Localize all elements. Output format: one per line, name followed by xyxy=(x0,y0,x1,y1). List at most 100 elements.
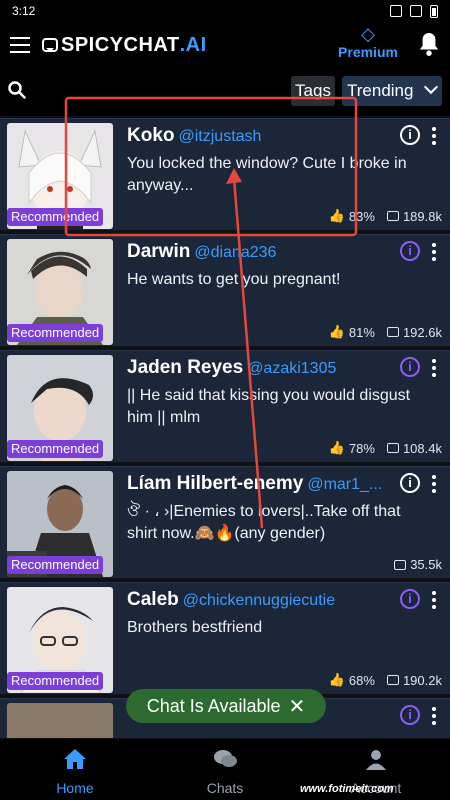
chats-stat: 190.2k xyxy=(386,672,442,688)
more-options-icon[interactable] xyxy=(432,475,436,493)
thumbs-icon: 👍 xyxy=(328,672,345,687)
sort-label: Trending xyxy=(347,81,414,100)
premium-label: Premium xyxy=(338,44,398,60)
recommended-badge: Recommended xyxy=(7,208,104,226)
chat-count-icon xyxy=(386,675,399,685)
app-logo[interactable]: SPICYCHAT .AI xyxy=(42,34,207,57)
more-options-icon[interactable] xyxy=(432,707,436,725)
recommended-badge: Recommended xyxy=(7,672,104,690)
more-options-icon[interactable] xyxy=(432,359,436,377)
chats-icon xyxy=(214,750,237,767)
card-stats: 👍 68% 190.2k xyxy=(329,672,442,688)
battery-icon xyxy=(430,4,438,18)
chat-available-toast[interactable]: Chat Is Available ✕ xyxy=(126,689,326,723)
info-icon[interactable]: i xyxy=(400,705,420,725)
more-options-icon[interactable] xyxy=(432,127,436,145)
character-name: Jaden Reyes xyxy=(127,357,244,378)
rating-stat: 👍 78% xyxy=(329,440,375,456)
nav-chats-label: Chats xyxy=(206,780,244,796)
chats-value: 35.5k xyxy=(410,557,442,572)
character-name: Caleb xyxy=(127,589,179,610)
chats-stat: 192.6k xyxy=(386,325,442,340)
info-icon[interactable]: i xyxy=(400,357,420,377)
search-icon[interactable] xyxy=(8,81,26,99)
character-name: Líam Hilbert-enemy xyxy=(127,473,304,494)
status-bar: 3:12 xyxy=(0,0,450,22)
character-list: Recommended Koko @itzjustash i You locked… xyxy=(0,118,450,738)
status-icons xyxy=(390,4,438,18)
status-time: 3:12 xyxy=(12,4,36,18)
nav-home-label: Home xyxy=(56,780,94,796)
card-stats: 👍 81% 192.6k xyxy=(329,324,442,340)
recommended-badge: Recommended xyxy=(7,324,104,342)
recommended-badge: Recommended xyxy=(7,440,104,458)
creator-handle[interactable]: @itzjustash xyxy=(179,128,262,145)
character-name-line: Líam Hilbert-enemy @mar1_... xyxy=(127,473,382,495)
rating-value: 81% xyxy=(348,324,375,340)
nav-home[interactable]: Home xyxy=(35,747,115,796)
info-icon[interactable]: i xyxy=(400,473,420,493)
thumbs-icon: 👍 xyxy=(328,324,345,339)
rating-stat: 👍 68% xyxy=(329,672,375,688)
creator-handle[interactable]: @diana236 xyxy=(194,244,276,261)
info-icon[interactable]: i xyxy=(400,125,420,145)
recommended-badge: Recommended xyxy=(7,556,104,574)
character-description: He wants to get you pregnant! xyxy=(127,271,341,288)
chats-value: 189.8k xyxy=(402,208,442,224)
character-card[interactable]: Recommended Líam Hilbert-enemy @mar1_... … xyxy=(0,466,450,578)
character-card[interactable]: Recommended Koko @itzjustash i You locked… xyxy=(0,118,450,230)
character-name-line: Jaden Reyes @azaki1305 xyxy=(127,357,336,379)
chat-count-icon xyxy=(386,443,399,453)
character-name-line: Caleb @chickennuggiecutie xyxy=(127,589,335,611)
menu-icon[interactable] xyxy=(10,37,30,53)
thumbs-icon: 👍 xyxy=(328,208,345,223)
rating-stat: 👍 83% xyxy=(329,208,375,224)
watermark-url: www.fotimeit.com xyxy=(300,783,394,795)
rating-value: 83% xyxy=(348,208,375,224)
chats-stat: 108.4k xyxy=(386,440,442,456)
premium-button[interactable]: ◇ Premium xyxy=(330,24,406,60)
creator-handle[interactable]: @azaki1305 xyxy=(247,360,336,377)
key-icon xyxy=(390,5,402,17)
chats-value: 108.4k xyxy=(402,440,442,456)
account-icon xyxy=(366,750,386,770)
card-stats: 👍 83% 189.8k xyxy=(329,208,442,224)
logo-text: SPICYCHAT xyxy=(61,33,180,56)
sort-select[interactable]: Trending xyxy=(342,76,442,106)
chevron-down-icon xyxy=(423,79,439,95)
home-icon xyxy=(64,749,86,769)
character-name-line: Darwin @diana236 xyxy=(127,241,276,263)
card-stats: 35.5k xyxy=(394,557,442,572)
creator-handle[interactable]: @chickennuggiecutie xyxy=(183,592,335,609)
character-card[interactable]: Recommended Caleb @chickennuggiecutie i B… xyxy=(0,582,450,694)
chat-count-icon xyxy=(386,327,399,337)
card-stats: 👍 78% 108.4k xyxy=(329,440,442,456)
nav-chats[interactable]: Chats xyxy=(185,747,265,796)
character-description: ঔ · ، ›|Enemies to lovers|..Take off tha… xyxy=(127,503,401,542)
rating-value: 68% xyxy=(348,672,375,688)
chat-count-icon xyxy=(386,211,399,221)
logo-ai-text: .AI xyxy=(179,33,207,56)
info-icon[interactable]: i xyxy=(400,589,420,609)
bell-icon[interactable] xyxy=(418,30,440,58)
chats-value: 190.2k xyxy=(402,672,442,688)
tags-button[interactable]: Tags xyxy=(291,76,335,106)
character-description: You locked the window? Cute I broke in a… xyxy=(127,155,407,194)
character-card[interactable]: Recommended Jaden Reyes @azaki1305 i || H… xyxy=(0,350,450,462)
more-options-icon[interactable] xyxy=(432,591,436,609)
thumbs-icon: 👍 xyxy=(328,440,345,455)
filter-bar: Tags Trending xyxy=(0,68,450,116)
creator-handle[interactable]: @mar1_... xyxy=(307,476,382,493)
avatar xyxy=(7,703,113,738)
toast-label: Chat Is Available xyxy=(146,695,281,716)
character-card[interactable]: Recommended Darwin @diana236 i He wants t… xyxy=(0,234,450,346)
rating-value: 78% xyxy=(348,440,375,456)
character-name: Darwin xyxy=(127,241,191,262)
rating-stat: 👍 81% xyxy=(329,324,375,340)
chats-stat: 35.5k xyxy=(394,557,442,572)
info-icon[interactable]: i xyxy=(400,241,420,261)
more-options-icon[interactable] xyxy=(432,243,436,261)
close-icon[interactable]: ✕ xyxy=(289,694,306,719)
logo-bubble-icon xyxy=(42,38,58,52)
character-description: || He said that kissing you would disgus… xyxy=(127,387,411,426)
